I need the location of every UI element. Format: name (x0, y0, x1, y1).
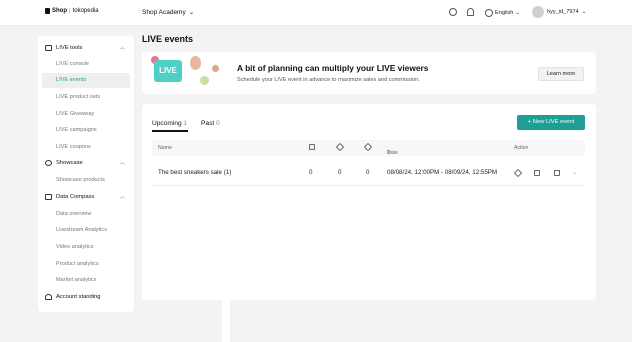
academy-menu[interactable]: Shop Academy ⌄ (142, 8, 195, 17)
column-header-action: Action (514, 145, 529, 151)
bell-icon[interactable] (467, 8, 474, 16)
banner-subtitle: Schedule your LIVE event in advance to m… (237, 77, 420, 83)
chevron-up-icon: ︿ (119, 160, 125, 166)
product-count: 0 (309, 169, 313, 176)
sidebar-item-account-standing[interactable]: Account standing (42, 290, 130, 305)
chevron-down-icon: ⌄ (581, 9, 587, 15)
edit-icon[interactable] (534, 170, 540, 176)
chevron-down-icon[interactable]: ⌄ (572, 169, 577, 176)
sidebar-item-showcase-products[interactable]: Showcase products (42, 173, 130, 188)
coupon-count: 0 (366, 169, 370, 176)
sidebar-item-live-campaigns[interactable]: LIVE campaigns (42, 123, 130, 138)
tab-upcoming[interactable]: Upcoming 1 (152, 120, 187, 127)
sidebar-item-video-analytics[interactable]: Video analytics (42, 240, 130, 255)
sidebar-item-live-events[interactable]: LIVE events (42, 73, 130, 88)
active-tab-indicator (152, 130, 188, 132)
streamer-avatar (190, 56, 201, 70)
pin-icon (335, 142, 345, 152)
sidebar-group-data-compass[interactable]: Data Compass ︿ (42, 190, 130, 205)
shopping-bag-icon (45, 8, 50, 14)
sidebar-group-label: Showcase (56, 160, 83, 166)
sidebar-item-livestream-analytics[interactable]: Livestream Analytics (42, 223, 130, 238)
pin-count: 0 (338, 169, 342, 176)
tag-icon (363, 142, 373, 152)
sidebar-item-live-giveaway[interactable]: LIVE Giveaway (42, 107, 130, 122)
banner-title: A bit of planning can multiply your LIVE… (237, 63, 429, 73)
language-selector[interactable]: English ⌄ (485, 9, 520, 17)
language-label: English (495, 10, 514, 16)
chevron-up-icon: ︿ (119, 194, 125, 200)
events-panel: Upcoming 1 Past 0 + New LIVE event Name … (142, 104, 596, 300)
divider (222, 300, 230, 342)
sidebar-item-live-coupons[interactable]: LIVE coupons (42, 140, 130, 155)
sidebar-group-showcase[interactable]: Showcase ︿ (42, 156, 130, 171)
live-tools-icon (45, 45, 52, 51)
trash-icon[interactable] (554, 170, 560, 176)
event-date: 08/08/24, 12:00PM - 08/09/24, 12:55PM (387, 169, 498, 176)
sidebar: LIVE tools ︿ LIVE console LIVE events LI… (38, 36, 134, 312)
tab-label: Past (201, 120, 215, 127)
globe-icon (485, 9, 493, 17)
learn-more-button[interactable]: Learn more (538, 67, 584, 81)
shop-logo[interactable]: Shop | tokopedia (45, 8, 99, 14)
top-header: Shop | tokopedia Shop Academy ⌄ English … (0, 0, 632, 26)
logo-brand: Shop (52, 8, 67, 14)
academy-label: Shop Academy (142, 8, 186, 16)
sidebar-group-label: Data Compass (56, 194, 95, 200)
chevron-down-icon: ⌄ (515, 10, 521, 16)
tab-past[interactable]: Past 0 (201, 120, 220, 127)
bar-chart-icon (45, 194, 52, 200)
sidebar-item-live-console[interactable]: LIVE console (42, 57, 130, 72)
tab-count: 0 (216, 120, 220, 127)
showcase-icon (45, 160, 52, 166)
viewer-avatar (212, 65, 219, 72)
sidebar-group-live-tools[interactable]: LIVE tools ︿ (42, 41, 130, 56)
column-header-name: Name (158, 145, 172, 151)
sort-icon: ⇕ (387, 150, 392, 156)
chevron-down-icon: ⌄ (188, 9, 195, 16)
table-header: Name Date ⇕ Action (152, 140, 585, 156)
table-row: The best sneakers sale (1) 0 0 0 08/08/2… (152, 160, 585, 186)
chevron-up-icon: ︿ (119, 45, 125, 51)
live-badge: LIVE (154, 60, 182, 82)
sidebar-item-data-overview[interactable]: Data overview (42, 207, 130, 222)
avatar (532, 6, 544, 18)
sidebar-item-live-product-sets[interactable]: LIVE product sets (42, 90, 130, 105)
sidebar-item-label: Account standing (56, 294, 101, 300)
page-title: LIVE events (142, 34, 194, 44)
new-live-event-button[interactable]: + New LIVE event (517, 115, 585, 130)
settings-icon[interactable] (449, 8, 457, 16)
viewer-avatar (200, 76, 209, 85)
planning-banner: LIVE A bit of planning can multiply your… (142, 52, 596, 94)
sidebar-group-label: LIVE tools (56, 45, 83, 51)
logo-partner: tokopedia (72, 8, 99, 14)
person-icon (45, 294, 52, 300)
link-icon[interactable] (513, 168, 523, 178)
username: hyy_id_7974 (547, 9, 579, 15)
tab-label: Upcoming (152, 120, 182, 127)
sidebar-item-market-analytics[interactable]: Market analytics (42, 273, 130, 288)
user-menu[interactable]: hyy_id_7974 ⌄ (532, 6, 586, 18)
tab-count: 1 (183, 120, 188, 127)
logo-separator: | (69, 8, 71, 14)
shopping-bag-icon (309, 144, 315, 150)
event-name[interactable]: The best sneakers sale (1) (158, 169, 231, 176)
sidebar-item-product-analytics[interactable]: Product analytics (42, 257, 130, 272)
